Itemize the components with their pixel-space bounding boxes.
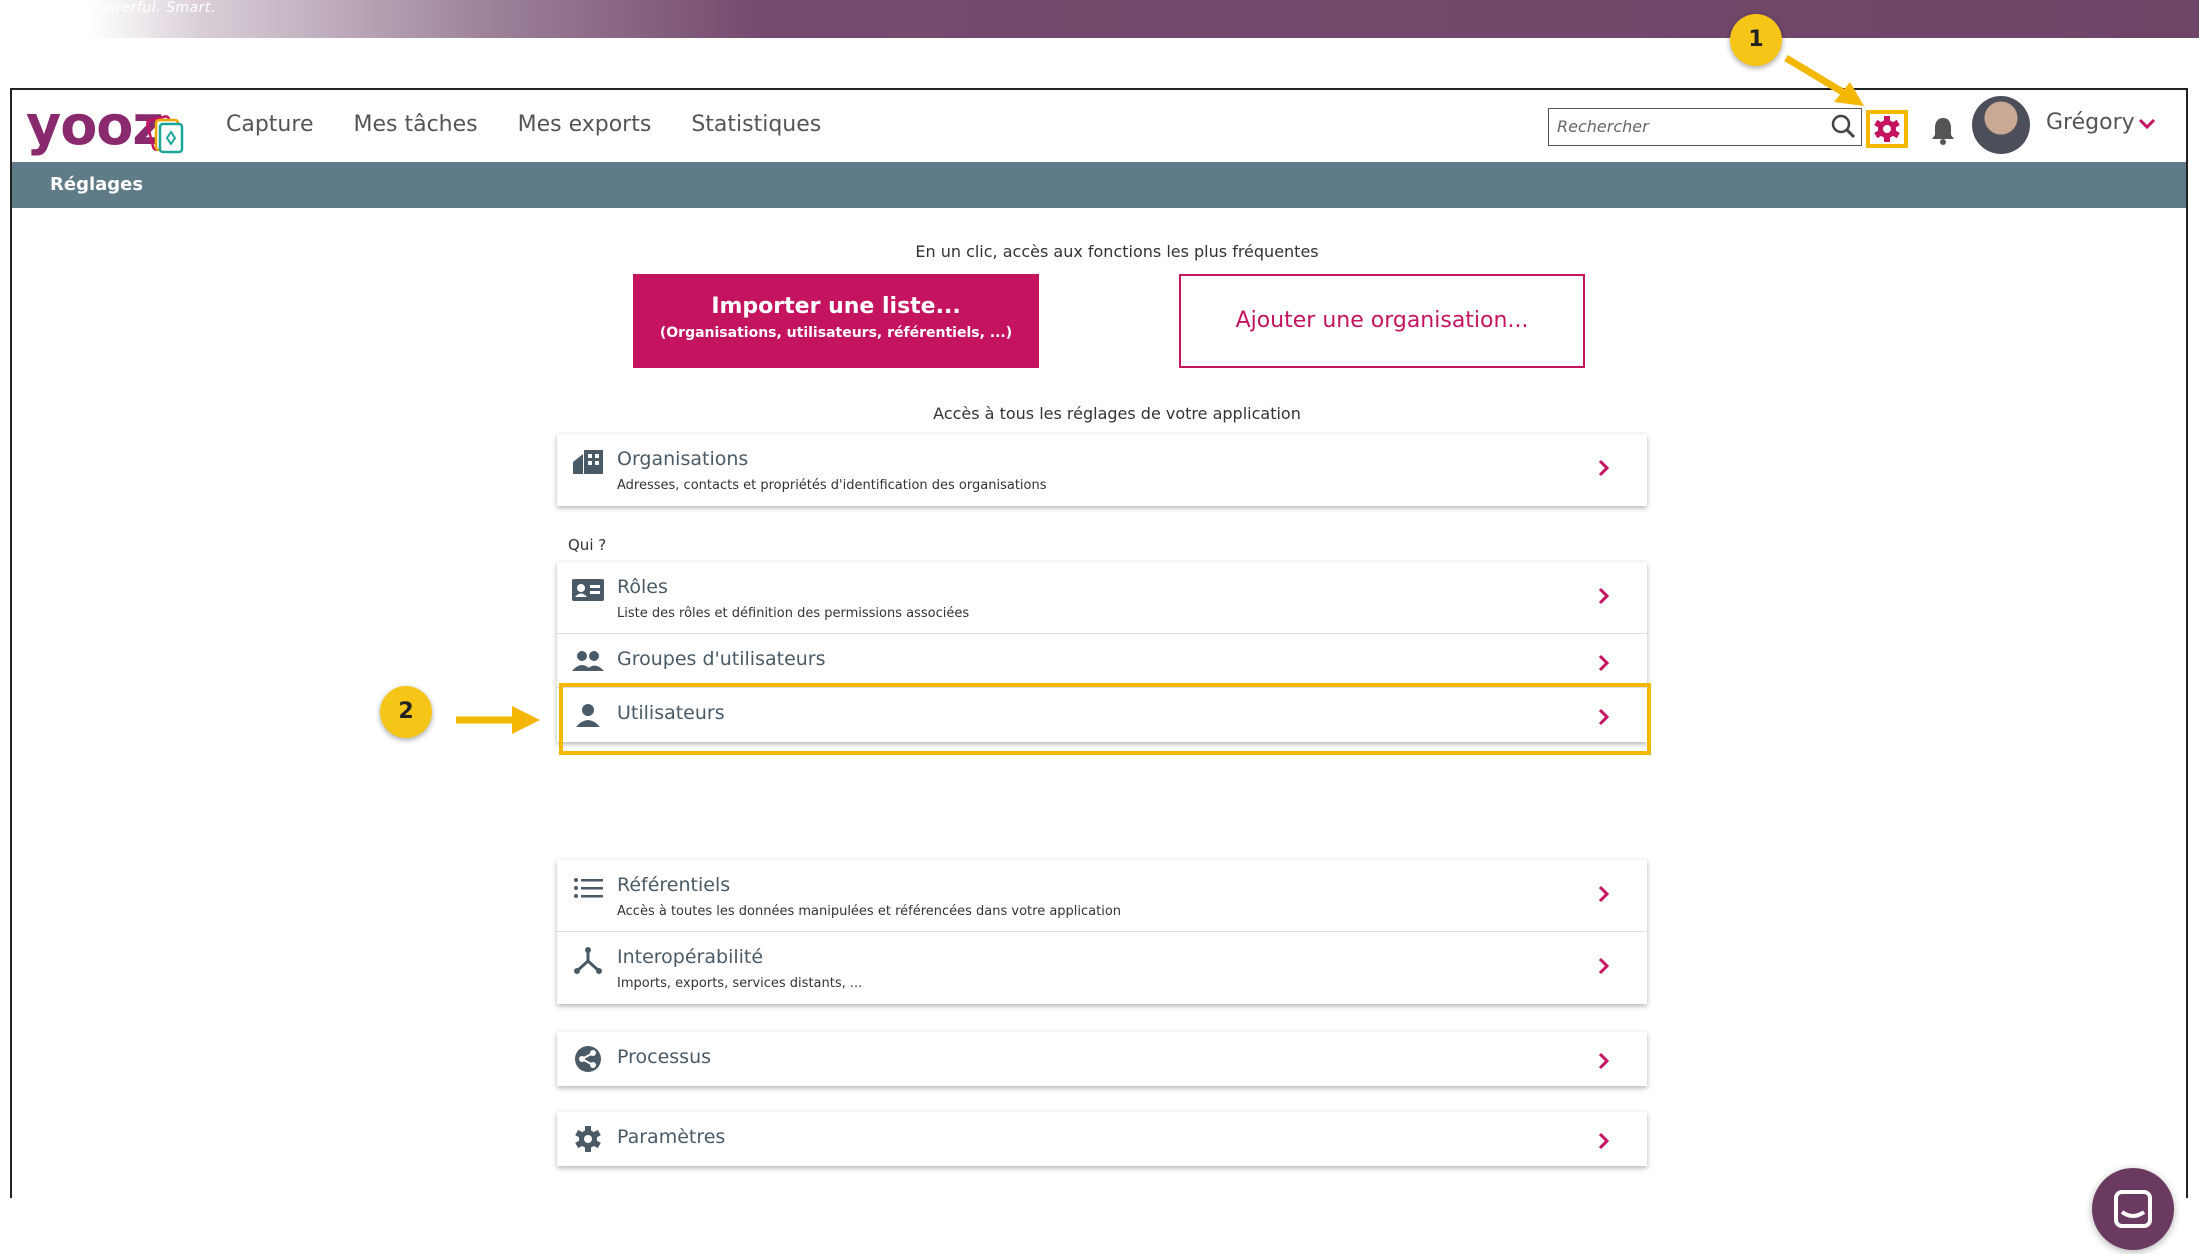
page-title: Réglages [50, 174, 144, 195]
interop-title: Interopérabilité [617, 946, 764, 968]
chevron-right-icon [1598, 957, 1610, 975]
parametres-card: Paramètres [557, 1112, 1647, 1166]
utilisateurs-highlight [559, 683, 1651, 755]
yooz-logo[interactable]: yooz [26, 98, 164, 154]
all-settings-caption: Accès à tous les réglages de votre appli… [933, 404, 1301, 423]
organisations-desc: Adresses, contacts et propriétés d'ident… [617, 478, 1047, 493]
quick-caption: En un clic, accès aux fonctions les plus… [915, 242, 1319, 261]
hub-icon [574, 947, 602, 974]
step-1-arrow-icon [1784, 54, 1864, 106]
logo-cards-icon [146, 115, 184, 154]
nav-statistiques[interactable]: Statistiques [691, 112, 821, 137]
interop-desc: Imports, exports, services distants, ... [617, 976, 863, 991]
building-icon [573, 450, 603, 474]
groupes-title: Groupes d'utilisateurs [617, 648, 826, 670]
chevron-right-icon [1598, 1052, 1610, 1070]
import-subtitle: (Organisations, utilisateurs, référentie… [659, 325, 1013, 341]
processus-card: Processus [557, 1032, 1647, 1086]
organisations-title: Organisations [617, 448, 749, 470]
referentiels-card: Référentiels Accès à toutes les données … [557, 860, 1647, 1004]
chevron-down-icon[interactable] [2138, 118, 2156, 130]
chevron-right-icon [1598, 885, 1610, 903]
chevron-right-icon [1598, 1132, 1610, 1150]
settings-row-roles[interactable]: Rôles Liste des rôles et définition des … [557, 562, 1647, 634]
id-card-icon [572, 579, 604, 601]
nav-capture[interactable]: Capture [226, 112, 313, 137]
step-2-arrow-icon [456, 706, 540, 734]
avatar[interactable] [1972, 96, 2030, 154]
referentiels-desc: Accès à toutes les données manipulées et… [617, 904, 1122, 919]
step-2-badge: 2 [380, 686, 432, 738]
settings-row-organisations[interactable]: Organisations Adresses, contacts et prop… [557, 434, 1647, 506]
chat-icon [2114, 1190, 2152, 1228]
bell-icon[interactable] [1930, 116, 1956, 146]
roles-title: Rôles [617, 576, 668, 598]
nav-mes-taches[interactable]: Mes tâches [353, 112, 477, 137]
import-list-button[interactable]: Importer une liste... (Organisations, ut… [633, 274, 1039, 368]
gear-icon [1874, 116, 1900, 142]
list-icon [574, 878, 603, 898]
settings-row-interoperabilite[interactable]: Interopérabilité Imports, exports, servi… [557, 932, 1647, 1004]
user-name[interactable]: Grégory [2046, 110, 2135, 135]
settings-row-processus[interactable]: Processus [557, 1032, 1647, 1086]
organisations-card: Organisations Adresses, contacts et prop… [557, 434, 1647, 506]
referentiels-title: Référentiels [617, 874, 731, 896]
qui-label: Qui ? [568, 536, 607, 554]
users-group-icon [572, 651, 604, 671]
banner-text: ation: easy. Powerful. Smart. [0, 0, 216, 16]
share-icon [575, 1046, 601, 1072]
chat-button[interactable] [2092, 1168, 2174, 1250]
search-button[interactable] [1826, 108, 1862, 146]
search-input[interactable]: Rechercher [1548, 108, 1828, 146]
processus-title: Processus [617, 1046, 712, 1068]
chevron-right-icon [1598, 587, 1610, 605]
main-nav: Capture Mes tâches Mes exports Statistiq… [226, 112, 861, 137]
import-title: Importer une liste... [711, 294, 961, 319]
chevron-right-icon [1598, 459, 1610, 477]
app-window: yooz Capture Mes tâches Mes exports Stat… [10, 88, 2188, 1250]
settings-row-referentiels[interactable]: Référentiels Accès à toutes les données … [557, 860, 1647, 932]
step-1-badge: 1 [1730, 14, 1782, 66]
add-organisation-button[interactable]: Ajouter une organisation... [1179, 274, 1585, 368]
settings-gear-button[interactable] [1866, 110, 1908, 148]
gear-icon [575, 1126, 601, 1152]
roles-desc: Liste des rôles et définition des permis… [617, 606, 970, 621]
settings-row-groupes[interactable]: Groupes d'utilisateurs [557, 634, 1647, 688]
search-icon [1831, 114, 1856, 139]
nav-mes-exports[interactable]: Mes exports [518, 112, 652, 137]
top-banner: ation: easy. Powerful. Smart. [0, 0, 2199, 38]
settings-row-parametres[interactable]: Paramètres [557, 1112, 1647, 1166]
chevron-right-icon [1598, 654, 1610, 672]
parametres-title: Paramètres [617, 1126, 726, 1148]
settings-title-bar: Réglages [12, 162, 2186, 208]
